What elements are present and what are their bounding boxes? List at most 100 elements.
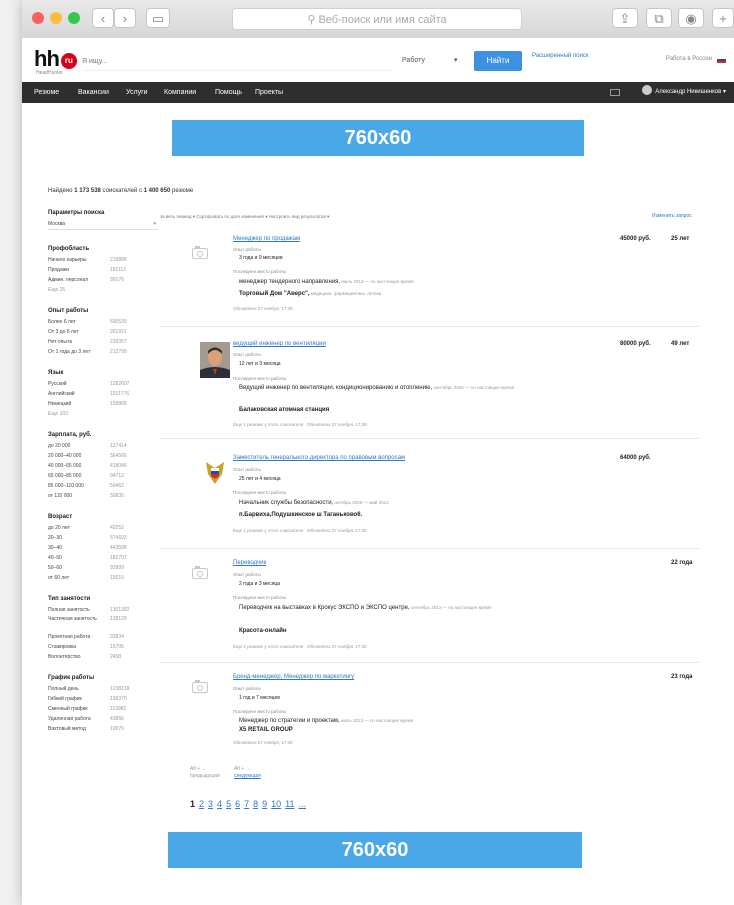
filter-label: Частичная занятость — [48, 616, 97, 622]
filter-option[interactable]: Сменный график 119981 — [48, 704, 160, 714]
edit-query-link[interactable]: Изменить запрос — [652, 213, 692, 219]
page-link[interactable]: 4 — [217, 799, 222, 809]
filter-option[interactable]: от 110 000 50835 — [48, 491, 160, 501]
filter-option[interactable]: Админ. персонал 99176 — [48, 275, 160, 285]
filter-group-age: Возраст до 20 лет 40252 20–30 574693 30–40… — [48, 514, 160, 583]
filter-count: 443508 — [110, 545, 127, 551]
nav-item-projects[interactable]: Проекты — [255, 82, 283, 103]
nav-item-services[interactable]: Услуги — [126, 82, 148, 103]
nav-item-resumes[interactable]: Резюме — [34, 82, 59, 103]
sidebar-toggle-button[interactable]: ▭ — [146, 8, 170, 28]
filter-option[interactable]: 20 000–40 000 564566 — [48, 451, 160, 461]
applicants-count: 1 173 538 — [74, 188, 101, 194]
nav-item-companies[interactable]: Компании — [164, 82, 196, 103]
resume-title-link[interactable]: Бренд-менеджер, Менеджер по маркетингу — [233, 674, 354, 680]
minimize-window-icon[interactable] — [50, 12, 62, 24]
mail-icon[interactable] — [610, 89, 620, 96]
filter-option[interactable]: От 1 года до 3 лет 212799 — [48, 347, 160, 357]
filter-option[interactable]: Продажи 181113 — [48, 265, 160, 275]
page-link[interactable]: 3 — [208, 799, 213, 809]
page-ellipsis[interactable]: ... — [299, 799, 307, 809]
advanced-search-link[interactable]: Расширенный поиск — [532, 52, 592, 60]
filter-option[interactable]: от 60 лет 15015 — [48, 573, 160, 583]
filter-option[interactable]: Более 6 лет 690530 — [48, 317, 160, 327]
tabs-icon: ⧉ — [654, 11, 664, 26]
region-link[interactable]: Работа в России — [666, 56, 712, 62]
filter-option[interactable]: 40 000–65 000 418046 — [48, 461, 160, 471]
filter-option[interactable]: 50–60 92899 — [48, 563, 160, 573]
forward-button[interactable]: › — [114, 8, 136, 28]
page-link[interactable]: 11 — [285, 799, 294, 809]
resume-title-link[interactable]: Менеджер по продажам — [233, 236, 300, 242]
last-job-position: Ведущий инженер по вентиляции, кондицион… — [239, 385, 433, 391]
resume-card: Бренд-менеджер, Менеджер по маркетингу 2… — [160, 662, 700, 750]
filter-option[interactable]: 30–40 443508 — [48, 543, 160, 553]
more-resumes-link[interactable]: Еще 1 резюме у этого соискателя — [233, 528, 303, 533]
filter-option[interactable]: Английский 1011776 — [48, 389, 160, 399]
filter-option[interactable]: Гибкий график 139370 — [48, 694, 160, 704]
candidate-photo[interactable] — [200, 454, 230, 490]
city-select[interactable]: Москва ▾ — [48, 219, 158, 230]
share-button[interactable]: ⇪ — [612, 8, 638, 28]
resume-footer: Еще 1 резюме у этого соискателя Обновлен… — [233, 422, 367, 427]
user-menu[interactable]: Александр Никишенков ▾ — [642, 82, 726, 103]
top-ad-banner[interactable]: 760x60 — [172, 120, 584, 156]
search-input[interactable] — [82, 52, 392, 71]
filter-option[interactable]: 65 000–85 000 94712 — [48, 471, 160, 481]
filter-option[interactable]: Вахтовый метод 10070 — [48, 724, 160, 734]
filter-option[interactable]: до 20 лет 40252 — [48, 523, 160, 533]
page-link[interactable]: 2 — [199, 799, 204, 809]
filter-option[interactable]: От 3 до 6 лет 261921 — [48, 327, 160, 337]
filter-label: 40 000–65 000 — [48, 463, 82, 469]
tabs-button[interactable]: ⧉ — [646, 8, 672, 28]
filter-label: 20–30 — [48, 535, 62, 541]
more-resumes-link[interactable]: Еще 1 резюме у этого соискателя — [233, 422, 303, 427]
resume-title-link[interactable]: Заместитель генерального директора по пр… — [233, 455, 405, 461]
filter-label: Английский — [48, 391, 75, 397]
city-value: Москва — [48, 221, 66, 227]
bottom-ad-banner[interactable]: 760x60 — [168, 832, 582, 868]
filter-option[interactable]: Полный день 1238139 — [48, 684, 160, 694]
filter-option[interactable]: Начало карьеры 215896 — [48, 255, 160, 265]
hh-logo[interactable]: hh ru — [34, 46, 77, 72]
filter-option[interactable]: 40–50 182707 — [48, 553, 160, 563]
downloads-button[interactable]: ◉ — [678, 8, 704, 28]
page-link[interactable]: 10 — [271, 799, 281, 809]
page-link[interactable]: 8 — [253, 799, 258, 809]
nav-item-help[interactable]: Помощь — [215, 82, 242, 103]
new-tab-button[interactable]: + — [712, 8, 734, 28]
filter-option[interactable]: 85 000–110 000 50462 — [48, 481, 160, 491]
filter-option[interactable]: Проектная работа 33834 — [48, 632, 160, 642]
page-link[interactable]: 9 — [262, 799, 267, 809]
page-link[interactable]: 7 — [244, 799, 249, 809]
filter-option[interactable]: Удаленная работа 43856 — [48, 714, 160, 724]
more-resumes-link[interactable]: Еще 2 резюме у этого соискателя — [233, 644, 303, 649]
filter-label: от 60 лет — [48, 575, 70, 581]
filter-option[interactable]: Стажировка 15705 — [48, 642, 160, 652]
nav-item-vacancies[interactable]: Вакансии — [78, 82, 109, 103]
filter-option[interactable]: Волонтерство 2458 — [48, 652, 160, 662]
next-page[interactable]: Alt + → следующая — [234, 766, 294, 780]
show-more-link[interactable]: Еще 103 — [48, 409, 160, 419]
zoom-window-icon[interactable] — [68, 12, 80, 24]
filter-option[interactable]: Нет опыта 229357 — [48, 337, 160, 347]
next-page-link[interactable]: следующая — [234, 773, 294, 780]
page-link[interactable]: 6 — [235, 799, 240, 809]
filter-option[interactable]: 20–30 574693 — [48, 533, 160, 543]
address-bar[interactable]: ⚲ Веб-поиск или имя сайта — [232, 8, 522, 30]
search-button[interactable]: Найти — [474, 51, 522, 71]
candidate-photo[interactable] — [200, 342, 230, 378]
filter-option[interactable]: Русский 1282607 — [48, 379, 160, 389]
filter-option[interactable]: до 20 000 127414 — [48, 441, 160, 451]
search-type-select[interactable]: Работу ▾ — [402, 52, 462, 70]
resume-title-link[interactable]: ведущий инженер по вентиляции — [233, 341, 326, 347]
resume-title-link[interactable]: Переводчик — [233, 560, 266, 566]
filter-option[interactable]: Частичная занятость 128129 — [48, 615, 160, 632]
sort-bar[interactable]: за весь период ▾ Сортировать по дате изм… — [160, 214, 329, 220]
filter-option[interactable]: Немецкий 159805 — [48, 399, 160, 409]
back-button[interactable]: ‹ — [92, 8, 114, 28]
show-more-link[interactable]: Еще 25 — [48, 285, 160, 295]
filter-option[interactable]: Полная занятость 1301392 — [48, 605, 160, 615]
close-window-icon[interactable] — [32, 12, 44, 24]
page-link[interactable]: 5 — [226, 799, 231, 809]
